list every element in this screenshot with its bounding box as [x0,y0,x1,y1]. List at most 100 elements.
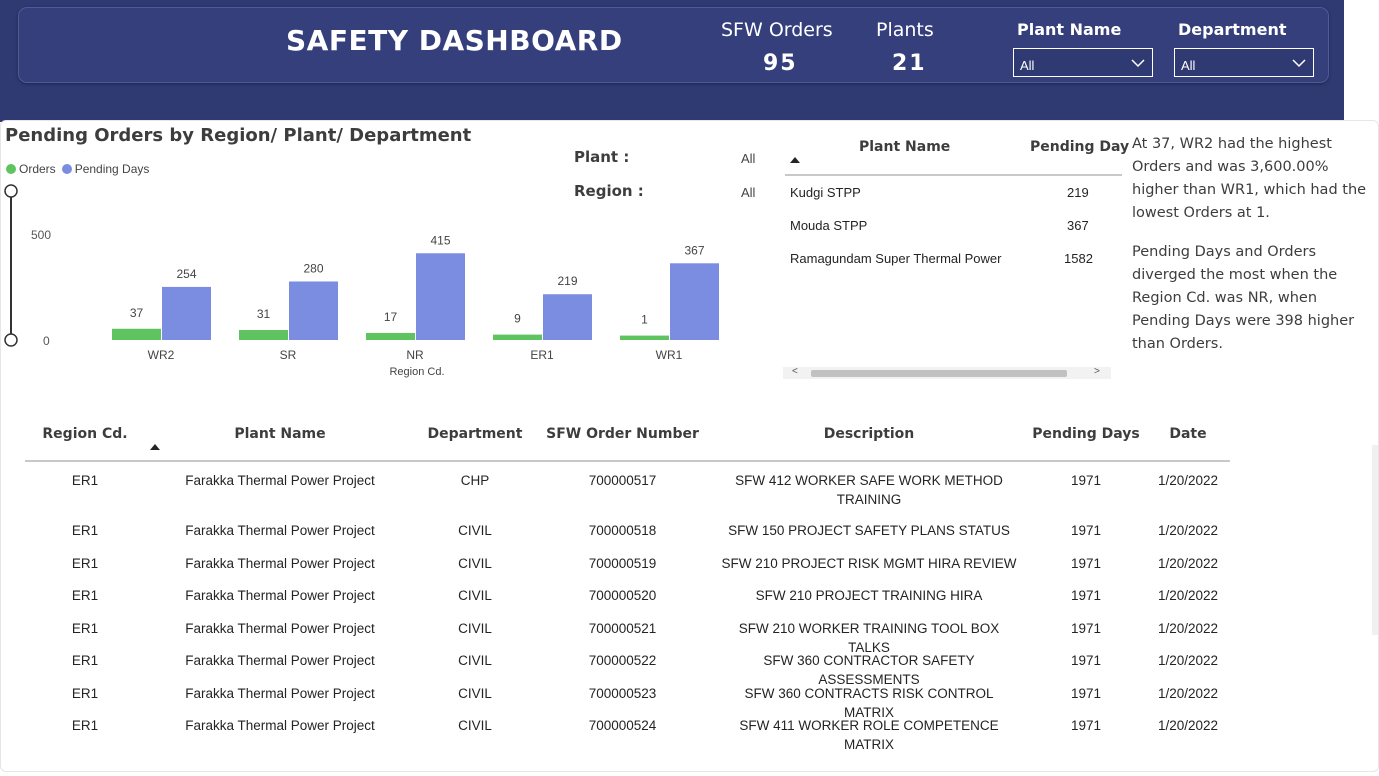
plant-table-header-pending-day[interactable]: Pending Day [1030,139,1129,155]
plant-table-row[interactable]: Ramagundam Super Thermal Power 1582 [785,245,1105,278]
date-cell: 1/20/2022 [1157,653,1219,668]
legend-pending-label: Pending Days [74,162,150,176]
zoom-slider-bottom-handle[interactable] [4,333,18,347]
chevron-down-icon [1131,59,1145,68]
table-row[interactable]: ER1 Farakka Thermal Power Project CIVIL 700… [25,716,1230,752]
pending-days-cell: 1971 [1070,588,1102,603]
col-header-order-number[interactable]: SFW Order Number [540,426,705,442]
department-cell: CIVIL [458,556,492,571]
x-tick-label-wr1: WR1 [656,348,683,362]
description-cell: SFW 210 PROJECT TRAINING HIRA [755,588,983,603]
bar-pending-days-er1[interactable] [543,294,592,340]
plant-filter-value: All [741,151,756,166]
pending-days-cell: 367 [1067,218,1089,233]
scrollbar-thumb[interactable] [811,370,1067,377]
data-label-orders-nr: 17 [384,310,398,324]
plant-name-cell: Farakka Thermal Power Project [185,686,375,701]
col-header-pending-days[interactable]: Pending Days [1030,426,1142,442]
plant-name-cell: Farakka Thermal Power Project [185,588,375,603]
kpi-orders-label: SFW Orders [721,19,833,41]
plant-name-cell: Farakka Thermal Power Project [185,653,375,668]
plant-name-cell: Farakka Thermal Power Project [185,621,375,636]
narrative-paragraph-2: Pending Days and Orders diverged the mos… [1132,244,1355,352]
zoom-slider-top-handle[interactable] [4,184,18,198]
sort-ascending-icon[interactable] [150,444,160,450]
bar-pending-days-sr[interactable] [289,281,338,340]
pending-days-cell: 1971 [1070,523,1102,538]
table-row[interactable]: ER1 Farakka Thermal Power Project CIVIL 700… [25,619,1230,655]
kpi-plants-value: 21 [892,51,927,76]
scroll-right-icon[interactable]: > [1094,366,1100,377]
date-cell: 1/20/2022 [1157,621,1219,636]
plant-name-cell: Farakka Thermal Power Project [185,473,375,488]
bar-pending-days-nr[interactable] [416,253,465,340]
order-number-cell: 700000520 [588,588,657,603]
col-header-date[interactable]: Date [1150,426,1226,442]
plant-name-cell: Farakka Thermal Power Project [185,556,375,571]
data-label-orders-wr2: 37 [130,306,144,320]
plant-name-cell: Kudgi STPP [790,185,861,200]
date-cell: 1/20/2022 [1157,588,1219,603]
date-cell: 1/20/2022 [1157,473,1219,488]
kpi-orders-value: 95 [763,51,798,76]
col-header-department[interactable]: Department [420,426,530,442]
department-cell: CIVIL [458,653,492,668]
region-cell: ER1 [71,686,99,701]
region-cell: ER1 [71,718,99,733]
bar-pending-days-wr2[interactable] [162,286,211,340]
department-slicer[interactable]: All [1174,48,1314,77]
plant-table-divider [785,174,1122,176]
bar-orders-wr1[interactable] [620,335,669,340]
department-slicer-label: Department [1178,20,1287,39]
table-row[interactable]: ER1 Farakka Thermal Power Project CIVIL 700… [25,586,1230,616]
description-cell: SFW 411 WORKER ROLE COMPETENCE MATRIX [739,718,999,752]
table-row[interactable]: ER1 Farakka Thermal Power Project CHP 70000… [25,471,1230,519]
bar-orders-wr2[interactable] [112,328,161,340]
dashboard-title: SAFETY DASHBOARD [286,24,623,57]
col-header-description[interactable]: Description [720,426,1018,442]
description-cell: SFW 210 PROJECT RISK MGMT HIRA REVIEW [721,556,1017,571]
pending-days-cell: 219 [1067,185,1089,200]
plant-table-header-plant-name[interactable]: Plant Name [859,139,950,155]
col-header-region[interactable]: Region Cd. [30,426,140,442]
x-tick-label-wr2: WR2 [148,348,175,362]
bar-orders-er1[interactable] [493,334,542,340]
scrollbar-thumb[interactable] [1372,445,1378,635]
y-tick-0: 0 [43,334,50,348]
plant-name-slicer[interactable]: All [1013,48,1153,77]
order-number-cell: 700000519 [588,556,657,571]
region-cell: ER1 [71,556,99,571]
detail-table-vertical-scrollbar[interactable] [1371,415,1379,735]
table-row[interactable]: ER1 Farakka Thermal Power Project CIVIL 700… [25,684,1230,720]
pending-days-cell: 1971 [1070,718,1102,733]
y-tick-500: 500 [31,228,51,242]
plant-table-row[interactable]: Kudgi STPP 219 [785,179,1105,212]
col-header-plant-name[interactable]: Plant Name [180,426,380,442]
data-label-orders-wr1: 1 [641,313,648,327]
chart-legend: Orders Pending Days [6,162,155,176]
bar-orders-sr[interactable] [239,330,288,340]
kpi-plants-label: Plants [876,19,934,41]
pending-days-cell: 1971 [1070,686,1102,701]
table-row[interactable]: ER1 Farakka Thermal Power Project CIVIL 700… [25,554,1230,584]
scroll-left-icon[interactable]: < [792,366,798,377]
pending-days-cell: 1971 [1070,473,1102,488]
bar-pending-days-wr1[interactable] [670,263,719,340]
order-number-cell: 700000523 [588,686,657,701]
data-label-orders-sr: 31 [257,307,271,321]
description-cell: SFW 150 PROJECT SAFETY PLANS STATUS [728,523,1010,538]
legend-item-orders: Orders [6,162,56,176]
plant-table-row[interactable]: Mouda STPP 367 [785,212,1105,245]
sort-ascending-icon[interactable] [790,157,800,163]
plant-name-cell: Ramagundam Super Thermal Power [790,251,1002,266]
table-row[interactable]: ER1 Farakka Thermal Power Project CIVIL 700… [25,521,1230,551]
order-number-cell: 700000521 [588,621,657,636]
region-cell: ER1 [71,653,99,668]
plant-name-cell: Farakka Thermal Power Project [185,523,375,538]
plant-name-cell: Farakka Thermal Power Project [185,718,375,733]
department-cell: CIVIL [458,686,492,701]
plant-table-horizontal-scrollbar[interactable]: < > [783,366,1111,379]
bar-orders-nr[interactable] [366,332,415,340]
smart-narrative: At 37, WR2 had the highest Orders and wa… [1132,133,1377,372]
table-row[interactable]: ER1 Farakka Thermal Power Project CIVIL 700… [25,651,1230,687]
